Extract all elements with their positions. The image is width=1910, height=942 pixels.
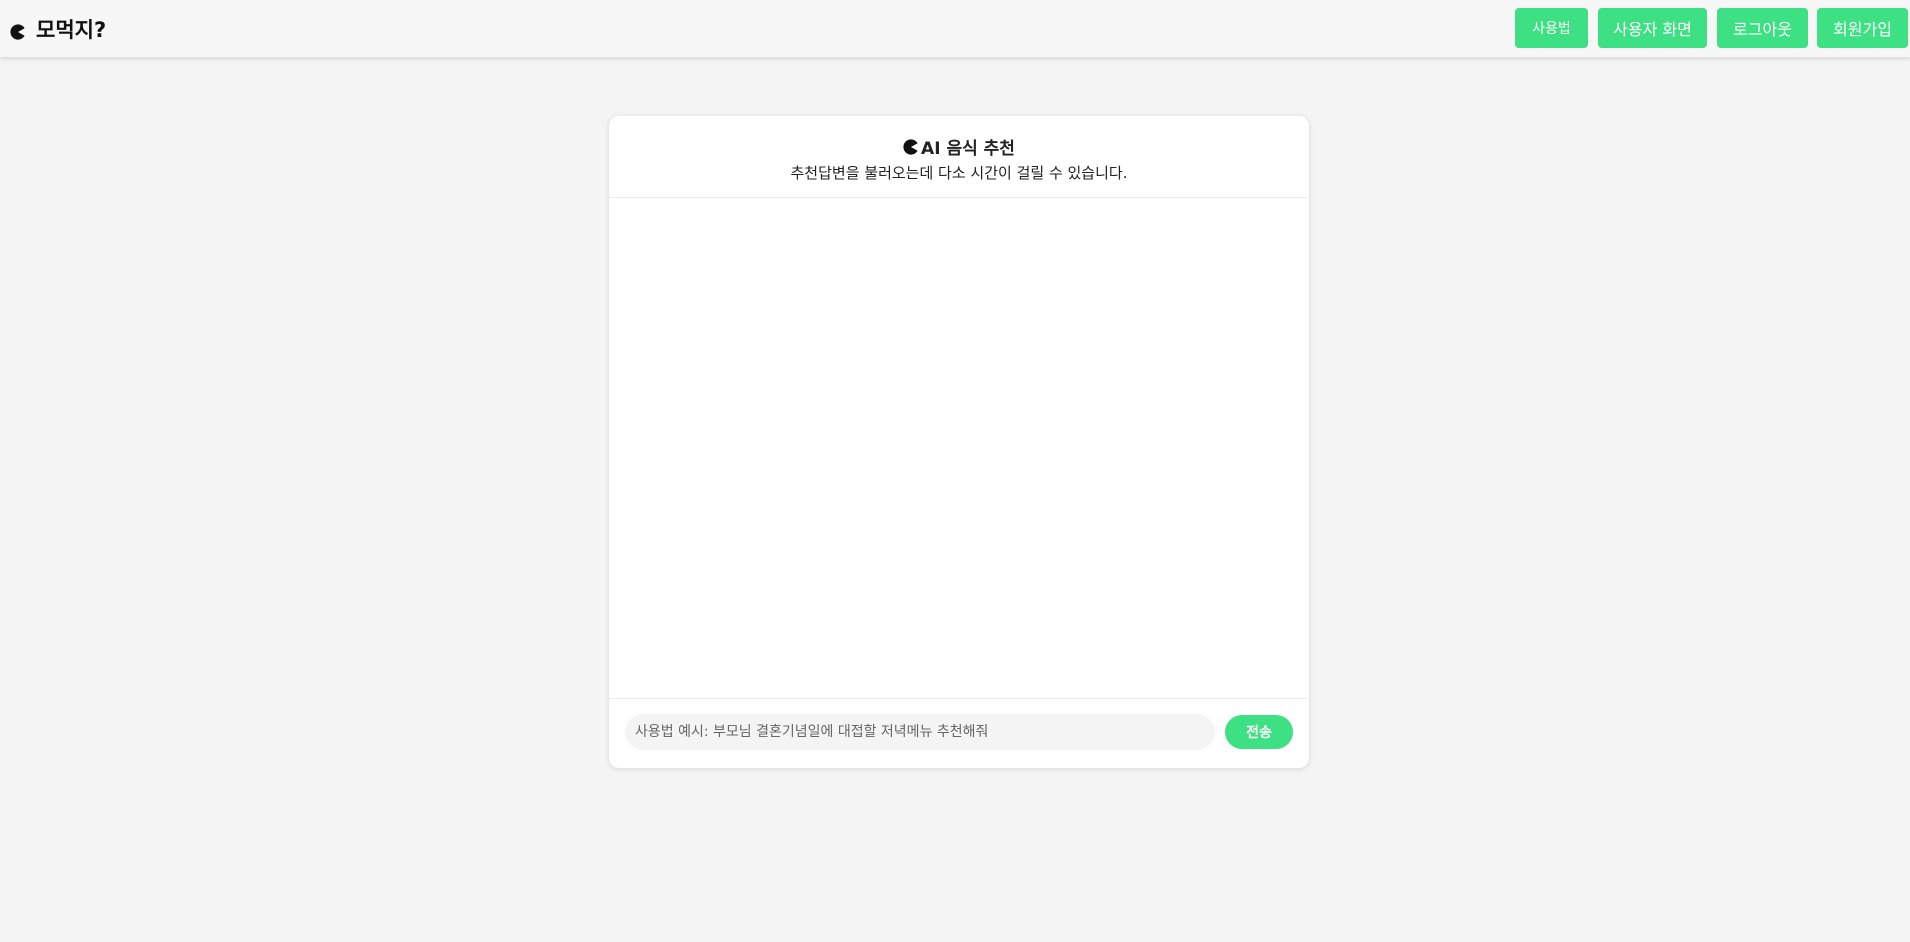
chat-input[interactable] <box>625 714 1215 750</box>
logout-button[interactable]: 로그아웃 <box>1717 8 1808 48</box>
chat-subtitle: 추천답변을 불러오는데 다소 시간이 걸릴 수 있습니다. <box>790 164 1128 182</box>
chat-messages[interactable] <box>609 198 1309 698</box>
chat-title: AI 음식 추천 <box>609 134 1309 159</box>
chat-title-text: AI 음식 추천 <box>921 139 1015 159</box>
pacman-icon <box>10 21 26 40</box>
signup-button[interactable]: 회원가입 <box>1817 8 1908 48</box>
brand-title: 모먹지? <box>36 18 107 42</box>
chat-card: AI 음식 추천 추천답변을 불러오는데 다소 시간이 걸릴 수 있습니다. 전… <box>609 116 1309 768</box>
send-button[interactable]: 전송 <box>1225 715 1293 749</box>
usage-button[interactable]: 사용법 <box>1515 8 1588 48</box>
chat-footer: 전송 <box>609 698 1309 768</box>
chat-header: AI 음식 추천 추천답변을 불러오는데 다소 시간이 걸릴 수 있습니다. <box>609 116 1309 198</box>
user-screen-button[interactable]: 사용자 화면 <box>1598 8 1707 48</box>
top-navbar: 모먹지? 사용법 사용자 화면 로그아웃 회원가입 <box>0 0 1910 57</box>
pacman-icon <box>903 138 919 155</box>
brand[interactable]: 모먹지? <box>10 14 106 44</box>
